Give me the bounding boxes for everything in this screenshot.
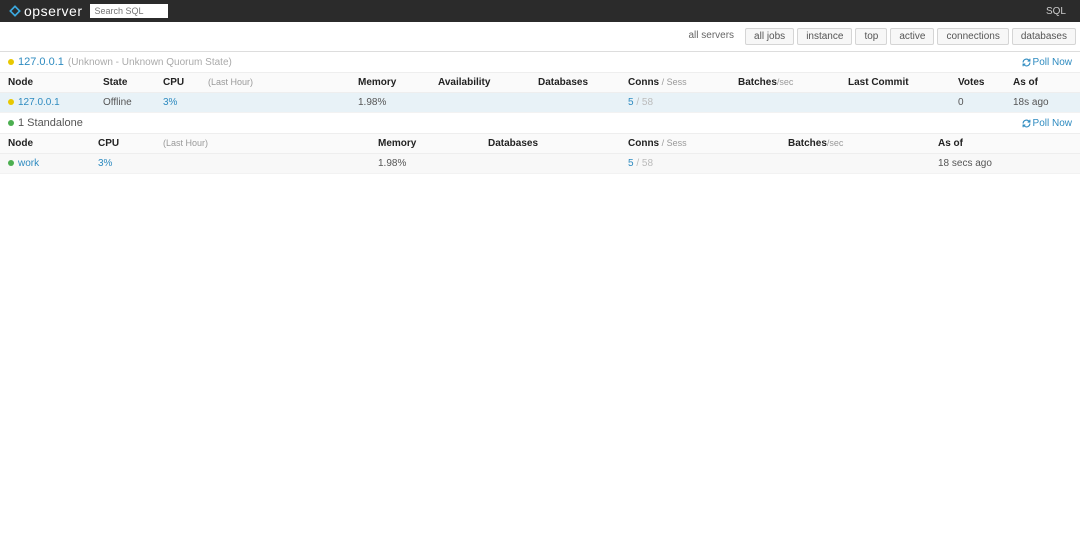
cell-conns: 5 / 58 [620,93,730,113]
col-memory: Memory [370,134,480,154]
col-batches: Batches/sec [780,134,930,154]
refresh-icon [1022,119,1031,128]
tab-databases[interactable]: databases [1012,28,1076,45]
table-header-row: Node CPU (Last Hour) Memory Databases Co… [0,134,1080,154]
col-cpu-hint: (Last Hour) [200,73,350,93]
cell-asof: 18s ago [1005,93,1080,113]
col-availability: Availability [430,73,530,93]
tab-top[interactable]: top [855,28,887,45]
cell-batches [730,93,840,113]
logo-text: opserver [24,3,82,19]
table-header-row: Node State CPU (Last Hour) Memory Availa… [0,73,1080,93]
col-memory: Memory [350,73,430,93]
cell-asof: 18 secs ago [930,154,1080,174]
sub-nav: all servers all jobs instance top active… [0,22,1080,52]
col-asof: As of [930,134,1080,154]
logo[interactable]: opserver [8,3,82,19]
search-input[interactable] [90,4,168,18]
col-databases: Databases [530,73,620,93]
cluster-name: 1 Standalone [18,117,83,129]
cell-availability [430,93,530,113]
col-node: Node [0,73,95,93]
cell-cpu-spark [155,154,370,174]
col-node: Node [0,134,90,154]
status-dot-warning [8,59,14,65]
refresh-icon [1022,58,1031,67]
nav-link-sql[interactable]: SQL [1040,6,1072,17]
cell-votes: 0 [950,93,1005,113]
col-cpu-hint: (Last Hour) [155,134,370,154]
col-asof: As of [1005,73,1080,93]
cell-conns: 5 / 58 [620,154,780,174]
cell-cpu: 3% [155,93,200,113]
col-votes: Votes [950,73,1005,93]
cell-batches [780,154,930,174]
cell-last-commit [840,93,950,113]
col-conns: Conns / Sess [620,134,780,154]
tab-all-servers[interactable]: all servers [680,28,742,45]
cell-memory: 1.98% [350,93,430,113]
table-row[interactable]: work 3% 1.98% 5 / 58 18 secs ago [0,154,1080,174]
cell-databases [480,154,620,174]
cell-state: Offline [95,93,155,113]
status-dot-ok [8,120,14,126]
status-dot-ok [8,160,14,166]
cluster-meta: (Unknown - Unknown Quorum State) [68,57,232,68]
col-batches: Batches/sec [730,73,840,93]
cluster2-table: Node CPU (Last Hour) Memory Databases Co… [0,134,1080,174]
poll-now-button[interactable]: Poll Now [1022,57,1072,68]
cell-node[interactable]: work [0,154,90,174]
col-databases: Databases [480,134,620,154]
col-conns: Conns / Sess [620,73,730,93]
cell-node[interactable]: 127.0.0.1 [0,93,95,113]
cell-databases [530,93,620,113]
tab-all-jobs[interactable]: all jobs [745,28,794,45]
col-last-commit: Last Commit [840,73,950,93]
cluster-header-127: 127.0.0.1 (Unknown - Unknown Quorum Stat… [0,52,1080,73]
cell-memory: 1.98% [370,154,480,174]
tab-instance[interactable]: instance [797,28,852,45]
col-cpu: CPU [155,73,200,93]
top-nav: opserver SQL [0,0,1080,22]
status-dot-warning [8,99,14,105]
poll-now-button[interactable]: Poll Now [1022,118,1072,129]
cell-cpu-spark [200,93,350,113]
cluster-header-standalone: 1 Standalone Poll Now [0,113,1080,134]
cell-cpu: 3% [90,154,155,174]
opserver-logo-icon [8,4,22,18]
cluster-name-link[interactable]: 127.0.0.1 [18,56,64,68]
col-cpu: CPU [90,134,155,154]
col-state: State [95,73,155,93]
table-row[interactable]: 127.0.0.1 Offline 3% 1.98% 5 / 58 0 18s … [0,93,1080,113]
cluster1-table: Node State CPU (Last Hour) Memory Availa… [0,73,1080,113]
tab-connections[interactable]: connections [937,28,1008,45]
tab-active[interactable]: active [890,28,934,45]
